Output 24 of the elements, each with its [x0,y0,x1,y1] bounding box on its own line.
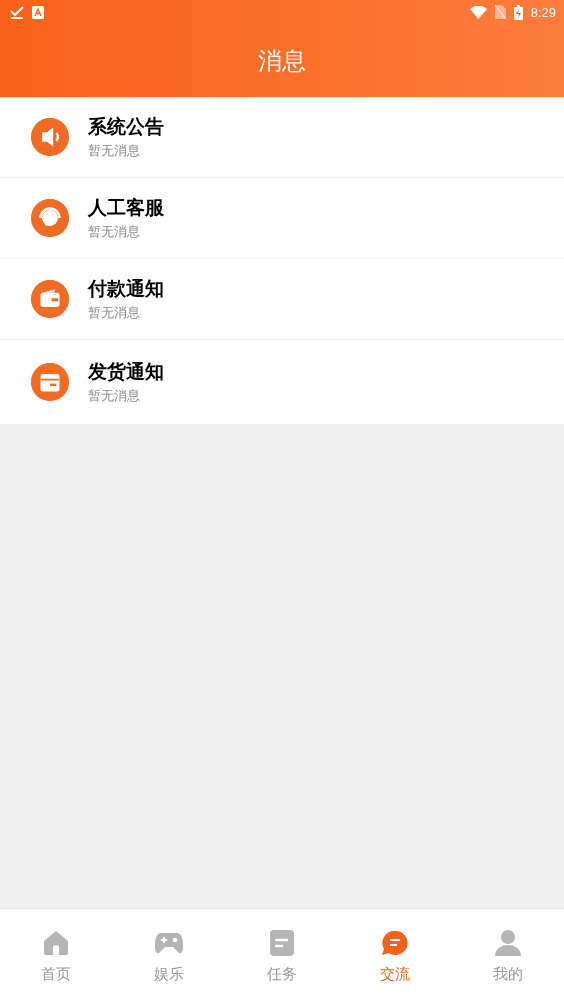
app-icon [32,5,44,19]
battery-charging-icon [513,4,523,20]
message-preview: 暂无消息 [88,387,141,405]
nav-tab[interactable]: 娱乐 [112,909,226,1002]
message-preview: 暂无消息 [88,304,141,322]
message-preview: 暂无消息 [88,142,141,160]
message-title[interactable]: 系统公告 [88,114,164,140]
nav-tab[interactable]: 交流 [338,909,452,1002]
nav-tab[interactable]: 任务 [225,909,339,1002]
message-title[interactable]: 发货通知 [88,359,164,385]
wifi-icon [469,5,487,19]
message-category-icon [31,118,69,156]
page-title: 消息 [258,45,306,77]
download-done-icon [10,5,24,19]
message-category-icon [31,280,69,318]
nav-tab[interactable]: 我的 [451,909,564,1002]
message-category-icon [31,199,69,237]
message-title[interactable]: 人工客服 [88,195,164,221]
nav-tab[interactable]: 首页 [0,909,113,1002]
status-time: 8:29 [530,4,556,20]
message-preview: 暂无消息 [88,223,141,241]
message-category-icon [31,363,69,401]
message-title[interactable]: 付款通知 [88,276,164,302]
no-sim-icon [494,5,506,19]
